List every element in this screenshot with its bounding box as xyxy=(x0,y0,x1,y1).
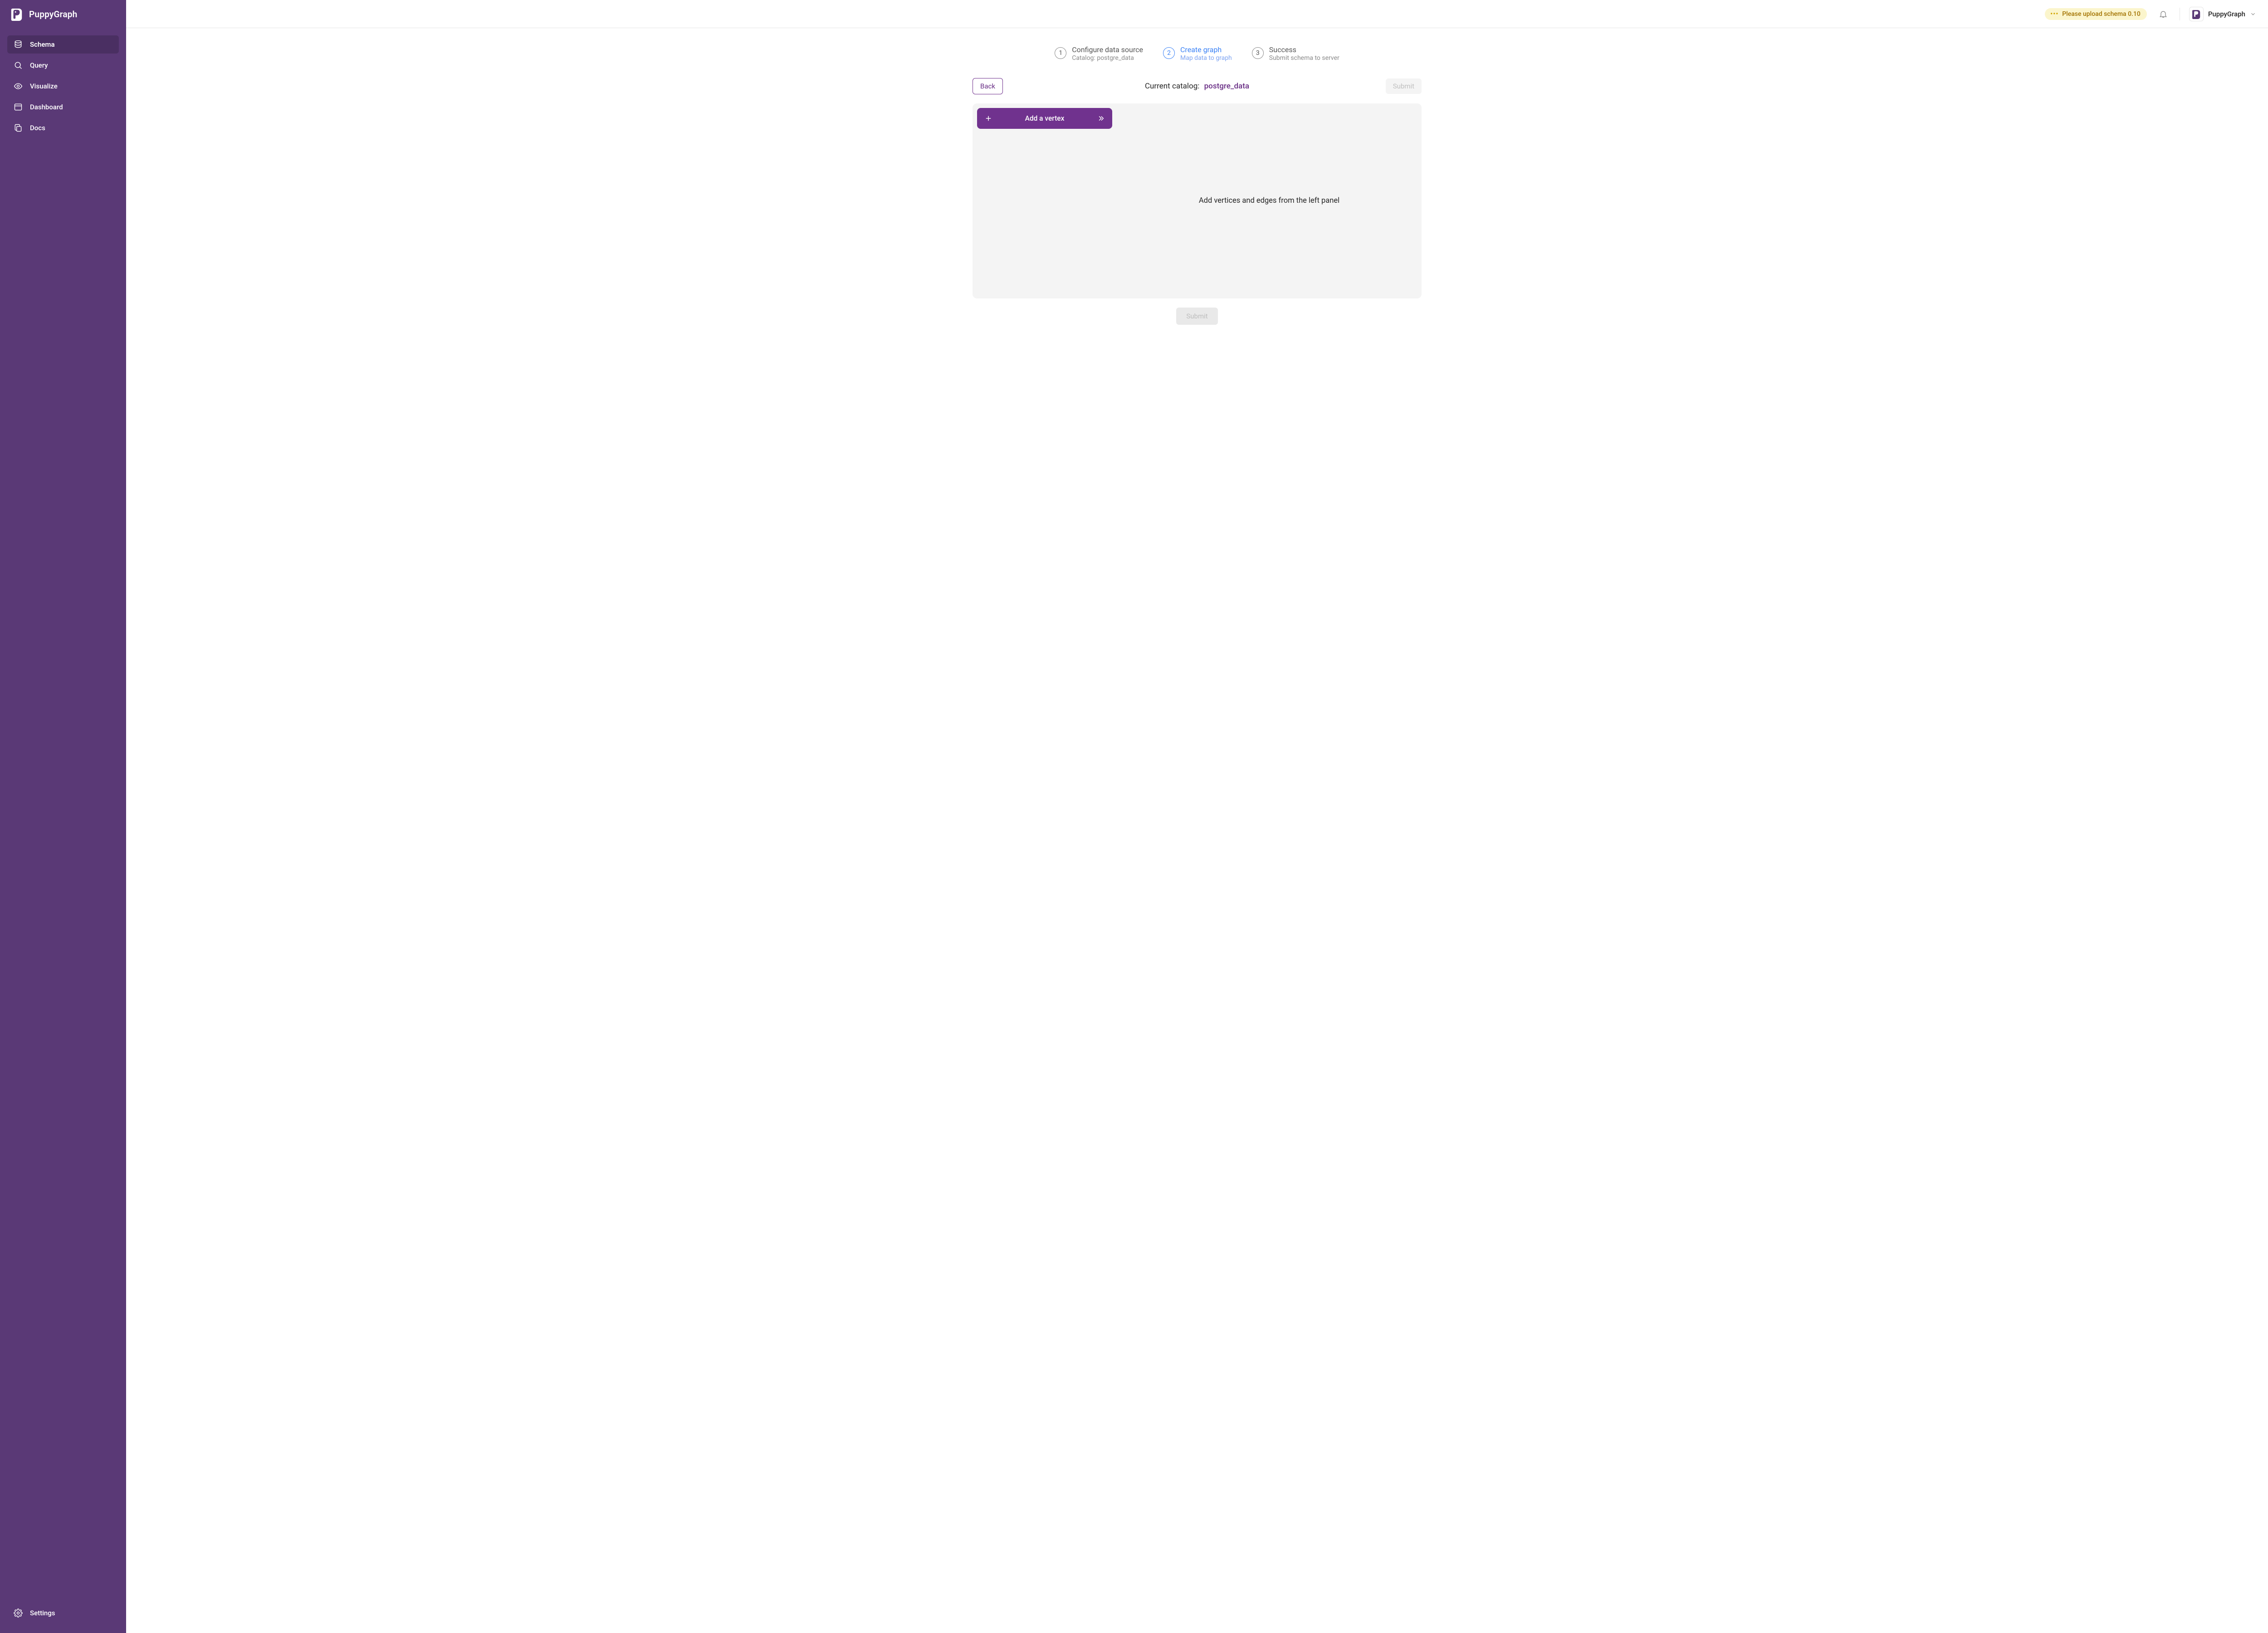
add-vertex-label: Add a vertex xyxy=(992,114,1097,122)
step-2: 2 Create graph Map data to graph xyxy=(1163,45,1232,63)
status-badge-text: Please upload schema 0.10 xyxy=(2062,10,2141,18)
add-vertex-button[interactable]: Add a vertex xyxy=(977,108,1112,129)
chevron-double-right-icon xyxy=(1097,114,1105,122)
submit-button-bottom[interactable]: Submit xyxy=(1176,308,1217,325)
bell-icon xyxy=(2159,10,2168,19)
step-number: 3 xyxy=(1252,47,1264,59)
user-name: PuppyGraph xyxy=(2208,10,2245,18)
topbar: ••• Please upload schema 0.10 PuppyGraph xyxy=(126,0,2268,28)
graph-canvas[interactable]: Add vertices and edges from the left pan… xyxy=(1117,103,1422,298)
brand-logo-icon xyxy=(2191,9,2201,19)
toolbar-row: Back Current catalog: postgre_data Submi… xyxy=(973,78,1422,94)
submit-button-top[interactable]: Submit xyxy=(1386,78,1422,94)
sidebar-item-label: Dashboard xyxy=(30,103,63,111)
graph-panel: Add a vertex Add vertices and edges from… xyxy=(973,103,1422,298)
footer-actions: Submit xyxy=(1176,308,1217,325)
step-title: Create graph xyxy=(1180,45,1232,54)
main: ••• Please upload schema 0.10 PuppyGraph… xyxy=(126,0,2268,1633)
brand: PuppyGraph xyxy=(0,0,126,28)
back-button[interactable]: Back xyxy=(973,78,1003,94)
step-number: 1 xyxy=(1055,47,1066,59)
step-subtitle: Submit schema to server xyxy=(1269,54,1339,63)
database-icon xyxy=(14,40,23,49)
sidebar-item-label: Docs xyxy=(30,124,45,132)
sidebar-item-label: Query xyxy=(30,61,48,69)
current-catalog-value: postgre_data xyxy=(1204,82,1249,91)
status-badge: ••• Please upload schema 0.10 xyxy=(2045,8,2147,20)
canvas-placeholder: Add vertices and edges from the left pan… xyxy=(1199,196,1339,205)
sidebar-item-label: Settings xyxy=(30,1609,55,1617)
sidebar: PuppyGraph Schema Query Visualize Dashbo… xyxy=(0,0,126,1633)
eye-icon xyxy=(14,82,23,91)
plus-icon xyxy=(984,114,992,122)
step-3: 3 Success Submit schema to server xyxy=(1252,45,1339,63)
step-title: Configure data source xyxy=(1072,45,1143,54)
sidebar-item-visualize[interactable]: Visualize xyxy=(7,77,119,95)
notifications-button[interactable] xyxy=(2156,7,2170,21)
brand-name: PuppyGraph xyxy=(29,9,77,20)
step-subtitle: Map data to graph xyxy=(1180,54,1232,63)
sidebar-item-dashboard[interactable]: Dashboard xyxy=(7,98,119,116)
step-number: 2 xyxy=(1163,47,1175,59)
stepper: 1 Configure data source Catalog: postgre… xyxy=(1055,45,1339,63)
gear-icon xyxy=(14,1609,23,1618)
avatar xyxy=(2189,7,2204,21)
step-subtitle: Catalog: postgre_data xyxy=(1072,54,1143,63)
window-icon xyxy=(14,103,23,112)
step-1: 1 Configure data source Catalog: postgre… xyxy=(1055,45,1143,63)
copy-icon xyxy=(14,123,23,132)
step-title: Success xyxy=(1269,45,1339,54)
sidebar-item-docs[interactable]: Docs xyxy=(7,119,119,137)
chevron-down-icon xyxy=(2250,11,2256,17)
brand-logo-icon xyxy=(10,7,24,21)
current-catalog-label: Current catalog: xyxy=(1145,82,1199,91)
graph-panel-left: Add a vertex xyxy=(973,103,1117,298)
sidebar-item-query[interactable]: Query xyxy=(7,56,119,74)
sidebar-item-settings[interactable]: Settings xyxy=(7,1604,119,1622)
content: 1 Configure data source Catalog: postgre… xyxy=(126,28,2268,1633)
sidebar-item-label: Schema xyxy=(30,40,55,49)
nav: Schema Query Visualize Dashboard Docs xyxy=(0,28,126,137)
user-menu[interactable]: PuppyGraph xyxy=(2189,7,2256,21)
sidebar-item-schema[interactable]: Schema xyxy=(7,35,119,54)
search-icon xyxy=(14,61,23,70)
current-catalog: Current catalog: postgre_data xyxy=(1145,82,1249,91)
sidebar-item-label: Visualize xyxy=(30,82,58,90)
